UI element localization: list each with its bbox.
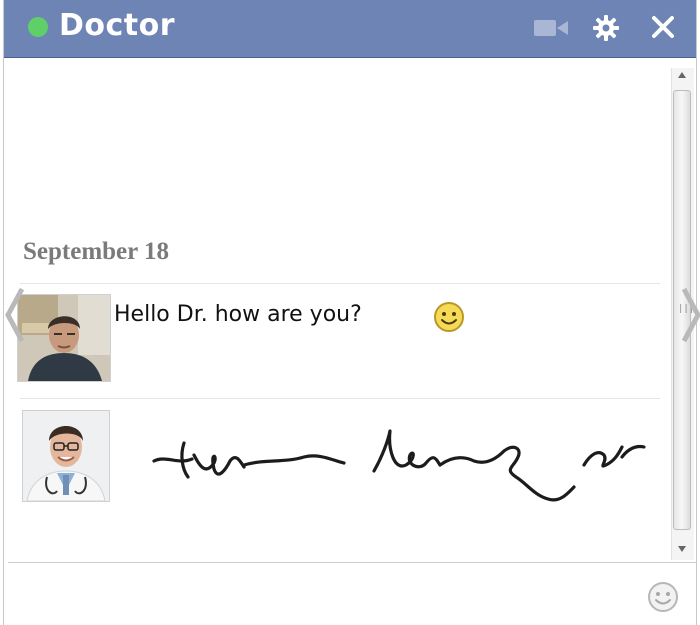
smiley-icon (432, 300, 466, 339)
scroll-up-arrow-icon[interactable] (675, 68, 689, 80)
doctor-avatar-photo[interactable] (22, 410, 110, 502)
date-divider (20, 283, 660, 284)
chat-header[interactable]: Doctor (4, 0, 696, 58)
smiley-icon[interactable] (646, 580, 680, 619)
date-separator: September 18 (23, 238, 170, 265)
message-compose-area[interactable] (8, 562, 696, 625)
chat-title[interactable]: Doctor (59, 6, 175, 46)
video-call-icon[interactable] (534, 18, 568, 43)
message-input[interactable] (18, 571, 632, 619)
handwritten-reply-scribble (144, 425, 664, 520)
gear-icon[interactable] (592, 14, 620, 47)
previous-arrow-icon[interactable] (4, 285, 25, 350)
message-divider (20, 398, 660, 399)
chat-window: Doctor September 18 Hello Dr. how are yo… (3, 0, 700, 625)
scroll-down-arrow-icon[interactable] (675, 542, 689, 554)
online-status-icon (28, 17, 48, 37)
message-text: Hello Dr. how are you? (114, 302, 362, 327)
man-avatar-photo[interactable] (17, 294, 111, 382)
close-icon[interactable] (650, 14, 676, 45)
next-arrow-icon[interactable] (681, 285, 700, 350)
